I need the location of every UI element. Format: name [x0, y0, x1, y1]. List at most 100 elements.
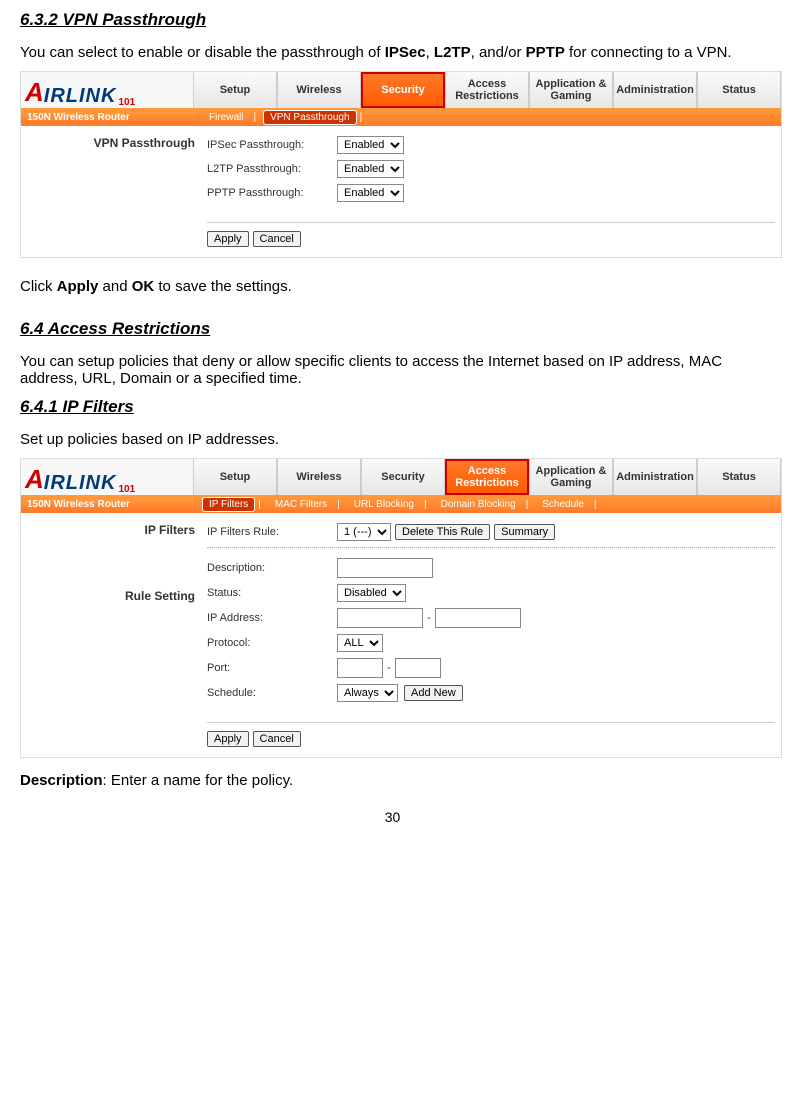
tab-administration[interactable]: Administration	[613, 72, 697, 108]
row-description: Description:	[207, 558, 775, 578]
heading-641: 6.4.1 IP Filters	[20, 397, 765, 417]
ip-filters-screenshot: AIRLINK101 Setup Wireless Security Acces…	[20, 458, 782, 758]
tab-security[interactable]: Security	[361, 72, 445, 108]
status-label: Status:	[207, 587, 337, 599]
row-port: Port: -	[207, 658, 775, 678]
tab-security[interactable]: Security	[361, 459, 445, 495]
rule-label: IP Filters Rule:	[207, 526, 337, 538]
tab-access-restrictions[interactable]: Access Restrictions	[445, 72, 529, 108]
ipsec-select[interactable]: Enabled	[337, 136, 404, 154]
tab-access-restrictions[interactable]: Access Restrictions	[445, 459, 529, 495]
subtab-url-blocking[interactable]: URL Blocking	[348, 498, 420, 511]
left-panel: VPN Passthrough	[21, 126, 201, 257]
logo-a: A	[25, 77, 44, 108]
intro-64: You can setup policies that deny or allo…	[20, 353, 765, 387]
tab-status[interactable]: Status	[697, 72, 781, 108]
l2tp-select[interactable]: Enabled	[337, 160, 404, 178]
logo-rest: IRLINK	[44, 85, 117, 108]
term-l2tp: L2TP	[434, 44, 471, 61]
row-ipsec: IPSec Passthrough: Enabled	[207, 136, 775, 154]
row-pptp: PPTP Passthrough: Enabled	[207, 184, 775, 202]
subtab-schedule[interactable]: Schedule	[536, 498, 590, 511]
separator: |	[337, 499, 340, 510]
logo-sub: 101	[118, 484, 135, 495]
click-apply-text: Click Apply and OK to save the settings.	[20, 278, 765, 295]
add-new-button[interactable]: Add New	[404, 685, 463, 701]
tab-wireless[interactable]: Wireless	[277, 72, 361, 108]
row-schedule: Schedule: Always Add New	[207, 684, 775, 702]
tab-application-gaming[interactable]: Application & Gaming	[529, 72, 613, 108]
tab-administration[interactable]: Administration	[613, 459, 697, 495]
dash: -	[427, 612, 431, 624]
port-end-input[interactable]	[395, 658, 441, 678]
vpn-passthrough-screenshot: AIRLINK101 Setup Wireless Security Acces…	[20, 71, 782, 258]
apply-word: Apply	[57, 278, 99, 295]
router-header: AIRLINK101 Setup Wireless Security Acces…	[21, 72, 781, 108]
text: You can select to enable or disable the …	[20, 44, 385, 61]
text: to save the settings.	[154, 278, 292, 295]
protocol-select[interactable]: ALL	[337, 634, 383, 652]
schedule-select[interactable]: Always	[337, 684, 398, 702]
tab-status[interactable]: Status	[697, 459, 781, 495]
router-model: 150N Wireless Router	[21, 499, 195, 510]
delete-rule-button[interactable]: Delete This Rule	[395, 524, 490, 540]
ipsec-label: IPSec Passthrough:	[207, 139, 337, 151]
port-label: Port:	[207, 662, 337, 674]
tab-wireless[interactable]: Wireless	[277, 459, 361, 495]
cancel-button[interactable]: Cancel	[253, 231, 301, 247]
logo-sub: 101	[118, 97, 135, 108]
subtab-domain-blocking[interactable]: Domain Blocking	[435, 498, 522, 511]
summary-button[interactable]: Summary	[494, 524, 555, 540]
right-panel: IP Filters Rule: 1 (---) Delete This Rul…	[201, 513, 781, 757]
ip-end-input[interactable]	[435, 608, 521, 628]
tab-application-gaming[interactable]: Application & Gaming	[529, 459, 613, 495]
subnav-bar: 150N Wireless Router IP Filters | MAC Fi…	[21, 495, 781, 513]
schedule-label: Schedule:	[207, 687, 337, 699]
tab-setup[interactable]: Setup	[193, 72, 277, 108]
router-header: AIRLINK101 Setup Wireless Security Acces…	[21, 459, 781, 495]
ip-address-label: IP Address:	[207, 612, 337, 624]
apply-button[interactable]: Apply	[207, 731, 249, 747]
heading-632: 6.3.2 VPN Passthrough	[20, 10, 765, 30]
description-input[interactable]	[337, 558, 433, 578]
term-pptp: PPTP	[526, 44, 565, 61]
router-model: 150N Wireless Router	[21, 112, 195, 123]
l2tp-label: L2TP Passthrough:	[207, 163, 337, 175]
separator: |	[258, 499, 261, 510]
panel-title-rule-setting: Rule Setting	[27, 589, 195, 603]
airlink-logo: AIRLINK101	[21, 459, 193, 495]
tab-setup[interactable]: Setup	[193, 459, 277, 495]
subtab-firewall[interactable]: Firewall	[203, 111, 249, 124]
apply-button[interactable]: Apply	[207, 231, 249, 247]
text: and	[98, 278, 131, 295]
protocol-label: Protocol:	[207, 637, 337, 649]
row-ip-filters-rule: IP Filters Rule: 1 (---) Delete This Rul…	[207, 523, 775, 541]
airlink-logo: AIRLINK101	[21, 72, 193, 108]
subtab-vpn-passthrough[interactable]: VPN Passthrough	[264, 111, 356, 124]
subtab-ip-filters[interactable]: IP Filters	[203, 498, 254, 511]
separator: |	[360, 112, 363, 123]
row-l2tp: L2TP Passthrough: Enabled	[207, 160, 775, 178]
text: for connecting to a VPN.	[565, 44, 732, 61]
port-start-input[interactable]	[337, 658, 383, 678]
rule-select[interactable]: 1 (---)	[337, 523, 391, 541]
term-ipsec: IPSec	[385, 44, 426, 61]
description-line: Description: Enter a name for the policy…	[20, 772, 765, 789]
router-body: VPN Passthrough IPSec Passthrough: Enabl…	[21, 126, 781, 257]
subtab-mac-filters[interactable]: MAC Filters	[269, 498, 333, 511]
text: , and/or	[471, 44, 526, 61]
ok-word: OK	[132, 278, 155, 295]
pptp-select[interactable]: Enabled	[337, 184, 404, 202]
ip-start-input[interactable]	[337, 608, 423, 628]
subnav-bar: 150N Wireless Router Firewall | VPN Pass…	[21, 108, 781, 126]
right-panel: IPSec Passthrough: Enabled L2TP Passthro…	[201, 126, 781, 257]
cancel-button[interactable]: Cancel	[253, 731, 301, 747]
text: Click	[20, 278, 57, 295]
router-body: IP Filters Rule Setting IP Filters Rule:…	[21, 513, 781, 757]
text: : Enter a name for the policy.	[103, 772, 294, 789]
separator: |	[526, 499, 529, 510]
status-select[interactable]: Disabled	[337, 584, 406, 602]
description-label: Description:	[207, 562, 337, 574]
row-ip-address: IP Address: -	[207, 608, 775, 628]
intro-641: Set up policies based on IP addresses.	[20, 431, 765, 448]
